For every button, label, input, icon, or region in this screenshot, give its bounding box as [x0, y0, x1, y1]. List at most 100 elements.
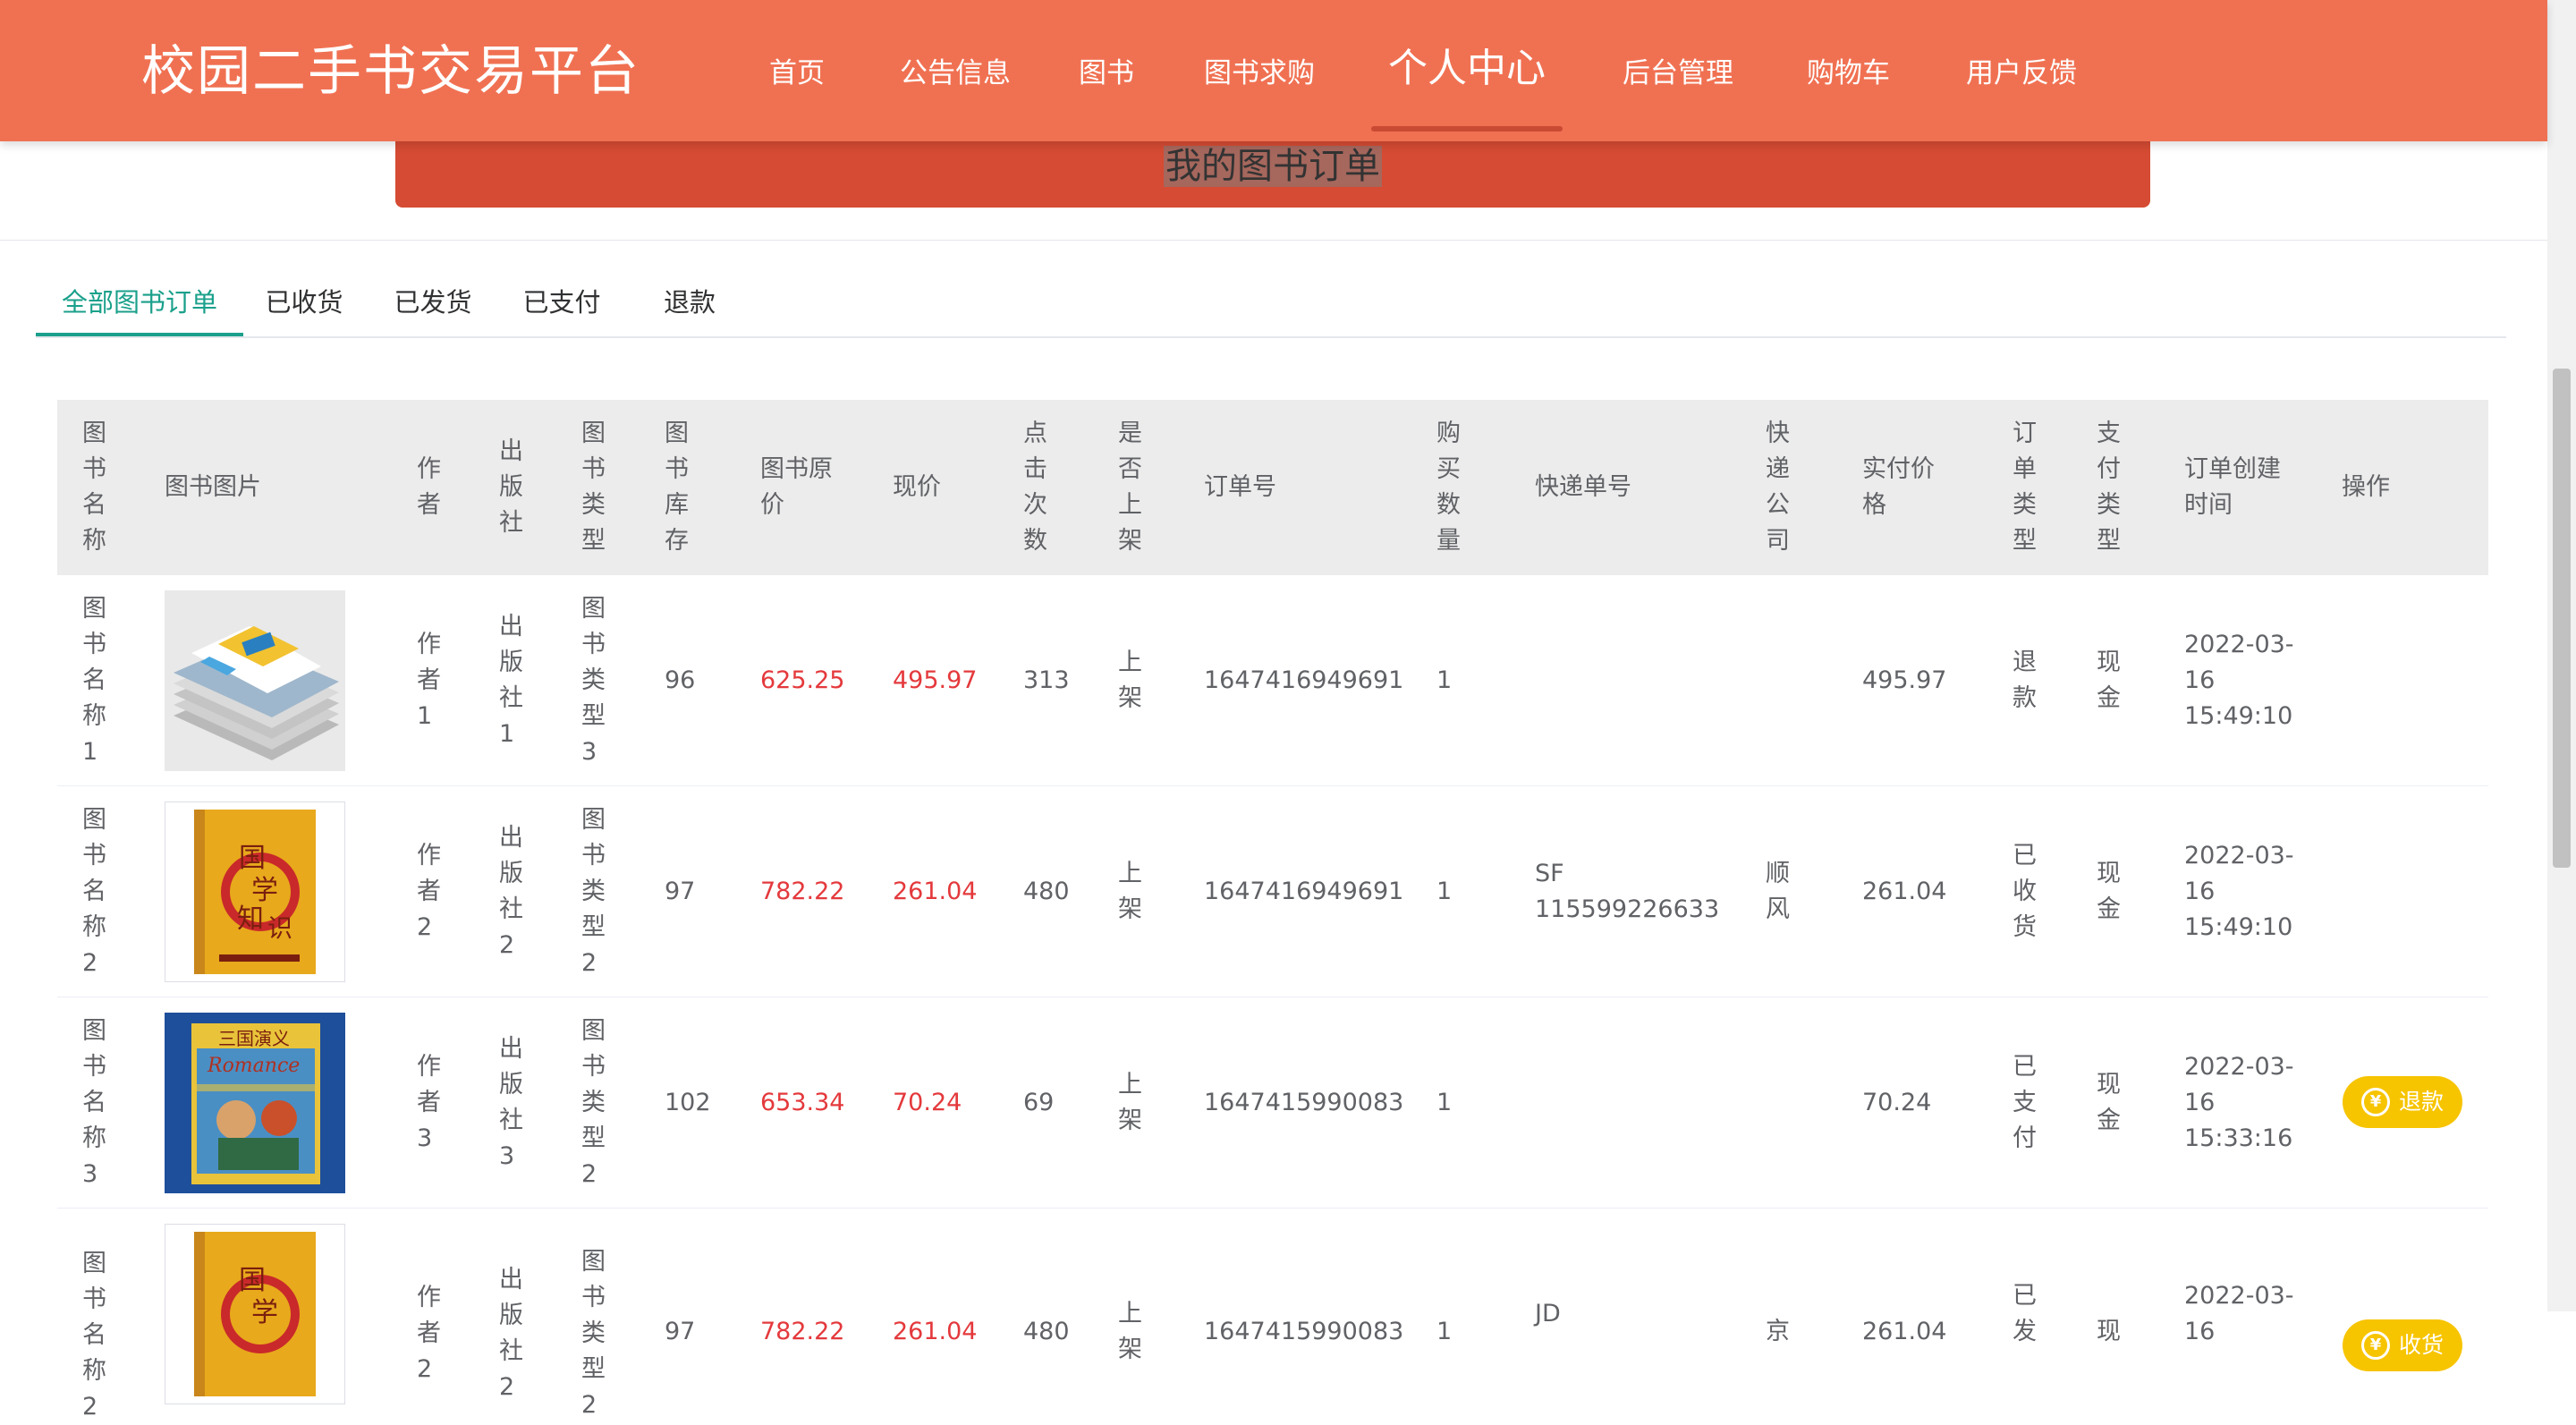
cell-order-type: 已 收 货 — [2012, 842, 2037, 941]
page-banner: 我的图书订单 — [395, 134, 2150, 208]
svg-text:知: 知 — [237, 903, 264, 935]
yen-icon: ¥ — [2360, 1331, 2390, 1360]
cell-payment-type: 现 金 — [2097, 860, 2121, 923]
cell-paid-price: 70.24 — [1862, 1089, 1932, 1116]
order-status-tabs: 全部图书订单 已收货 已发货 已支付 退款 — [36, 268, 2506, 338]
cell-on-shelf: 上 架 — [1118, 1300, 1142, 1363]
cell-order-type: 已 支 付 — [2012, 1053, 2037, 1152]
cell-publisher: 出 版 社 1 — [499, 613, 523, 748]
cell-order-type: 已 发 — [2012, 1282, 2037, 1345]
cell-on-shelf: 上 架 — [1118, 1071, 1142, 1134]
cell-clicks: 69 — [1023, 1089, 1055, 1116]
cell-original-price: 782.22 — [760, 1318, 845, 1345]
cell-author: 作 者 3 — [417, 1053, 441, 1152]
cell-tracking-number: SF 115599226633 — [1535, 860, 1720, 923]
cell-tracking-number: JD — [1535, 1300, 1561, 1327]
header-paid-price: 实付价 格 — [1862, 455, 1935, 519]
header-payment-type: 支 付 类 型 — [2097, 420, 2121, 555]
cell-original-price: 653.34 — [760, 1089, 845, 1116]
header-book-name: 图 书 名 称 — [82, 420, 106, 555]
cell-stock: 96 — [665, 666, 696, 694]
svg-text:识: 识 — [267, 913, 292, 943]
cell-book-type: 图 书 类 型 2 — [581, 806, 606, 977]
site-title[interactable]: 校园二手书交易平台 — [141, 36, 640, 107]
cell-order-number: 1647415990083 — [1204, 1318, 1404, 1345]
svg-text:国: 国 — [239, 843, 266, 874]
cell-book-type: 图 书 类 型 3 — [581, 595, 606, 766]
svg-text:学: 学 — [251, 875, 278, 906]
nav-item-book-requests[interactable]: 图书求购 — [1204, 0, 1315, 141]
cell-book-type: 图 书 类 型 2 — [581, 1248, 606, 1419]
cell-order-type: 退 款 — [2012, 649, 2037, 712]
cell-on-shelf: 上 架 — [1118, 860, 1142, 923]
header-publisher: 出 版 社 — [499, 437, 523, 537]
cell-payment-type: 现 — [2097, 1318, 2121, 1345]
header-book-type: 图 书 类 型 — [581, 420, 606, 555]
header-tracking-number: 快递单号 — [1535, 473, 1631, 501]
cell-courier: 顺 风 — [1766, 860, 1790, 923]
nav-item-admin[interactable]: 后台管理 — [1623, 0, 1733, 141]
header-author: 作 者 — [417, 455, 441, 519]
cell-paid-price: 261.04 — [1862, 1318, 1947, 1345]
cell-quantity: 1 — [1436, 1089, 1453, 1116]
nav-item-cart[interactable]: 购物车 — [1807, 0, 1890, 141]
cell-original-price: 782.22 — [760, 878, 845, 905]
receive-button[interactable]: ¥ 收货 — [2343, 1319, 2462, 1371]
cell-stock: 97 — [665, 1318, 696, 1345]
tab-shipped[interactable]: 已发货 — [388, 268, 478, 338]
header-current-price: 现价 — [893, 473, 941, 501]
tab-all-orders[interactable]: 全部图书订单 — [36, 268, 243, 338]
cell-created-time: 2022-03- 16 15:33:16 — [2184, 1053, 2294, 1152]
book-stack-image — [165, 590, 345, 771]
cell-book-name: 图 书 名 称 2 — [82, 806, 106, 977]
tab-received[interactable]: 已收货 — [259, 268, 349, 338]
cell-paid-price: 495.97 — [1862, 666, 1947, 694]
yen-icon: ¥ — [2360, 1088, 2390, 1116]
cell-created-time: 2022-03- 16 15:49:10 — [2184, 842, 2294, 941]
header-quantity: 购 买 数 量 — [1436, 420, 1461, 555]
cell-on-shelf: 上 架 — [1118, 649, 1142, 712]
cell-paid-price: 261.04 — [1862, 878, 1947, 905]
tab-paid[interactable]: 已支付 — [517, 268, 606, 338]
cell-current-price: 261.04 — [893, 1318, 978, 1345]
guoxue-book-image: 国 学 — [165, 1224, 345, 1404]
header-original-price: 图书原 价 — [760, 455, 833, 519]
cell-book-type: 图 书 类 型 2 — [581, 1017, 606, 1188]
cell-stock: 97 — [665, 878, 696, 905]
svg-text:学: 学 — [251, 1297, 278, 1328]
cell-courier: 京 — [1766, 1318, 1790, 1345]
table-row: 图 书 名 称 1 作 者 1 出 版 社 1 图 书 类 型 3 96 625… — [57, 575, 2488, 786]
cell-current-price: 70.24 — [893, 1089, 962, 1116]
cell-book-name: 图 书 名 称 1 — [82, 595, 106, 766]
header-on-shelf: 是 否 上 架 — [1118, 420, 1142, 555]
header-order-type: 订 单 类 型 — [2012, 420, 2037, 555]
page-scrollbar[interactable] — [2547, 0, 2576, 1311]
cell-order-number: 1647416949691 — [1204, 666, 1404, 694]
nav-item-books[interactable]: 图书 — [1079, 0, 1134, 141]
table-row: 图 书 名 称 3 三国演义 Romance 作 者 3 出 版 社 3 图 书… — [57, 997, 2488, 1209]
refund-button[interactable]: ¥ 退款 — [2343, 1076, 2462, 1128]
cell-publisher: 出 版 社 2 — [499, 1266, 523, 1401]
cell-clicks: 480 — [1023, 878, 1070, 905]
tab-refund[interactable]: 退款 — [649, 268, 730, 338]
nav-item-home[interactable]: 首页 — [769, 0, 825, 141]
scrollbar-thumb[interactable] — [2553, 369, 2571, 868]
nav-item-feedback[interactable]: 用户反馈 — [1966, 0, 2077, 141]
svg-text:国: 国 — [239, 1265, 266, 1296]
nav-item-personal-center[interactable]: 个人中心 — [1388, 0, 1546, 141]
header-created-time: 订单创建 时间 — [2184, 455, 2281, 519]
cell-quantity: 1 — [1436, 666, 1453, 694]
cell-author: 作 者 2 — [417, 842, 441, 941]
svg-text:三国演义: 三国演义 — [218, 1028, 290, 1049]
tab-active-indicator — [36, 333, 243, 336]
cell-current-price: 495.97 — [893, 666, 978, 694]
table-header: 图 书 名 称 图书图片 作 者 出 版 社 图 书 类 型 图 书 库 存 图… — [57, 400, 2488, 575]
header-order-number: 订单号 — [1204, 473, 1276, 501]
nav-item-announcements[interactable]: 公告信息 — [900, 0, 1011, 141]
cell-created-time: 2022-03- 16 — [2184, 1282, 2294, 1345]
cell-original-price: 625.25 — [760, 666, 845, 694]
table-row: 图 书 名 称 2 国 学 作 者 2 出 版 社 2 图 书 类 型 2 97… — [57, 1209, 2488, 1421]
cell-author: 作 者 1 — [417, 631, 441, 730]
cell-publisher: 出 版 社 2 — [499, 824, 523, 959]
cell-current-price: 261.04 — [893, 878, 978, 905]
